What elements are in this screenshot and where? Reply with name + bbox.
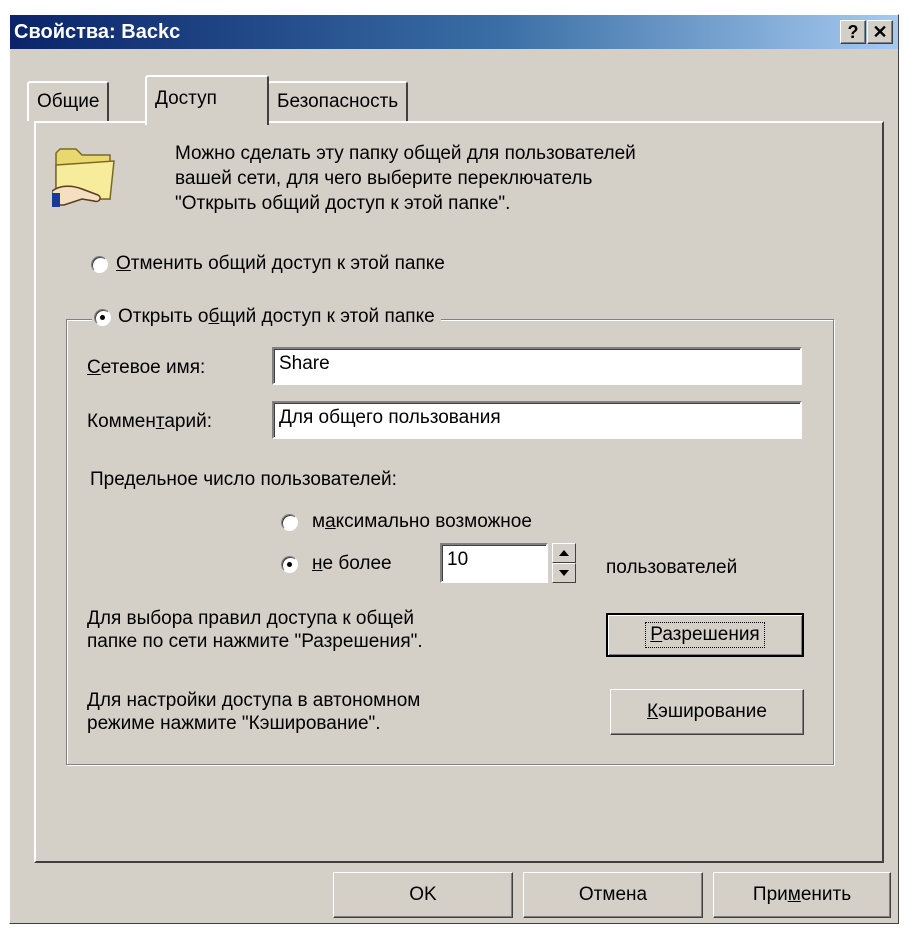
properties-dialog: Свойства: Backc ? ✕ Общие Безопасность Д… bbox=[9, 14, 899, 924]
title-bar[interactable]: Свойства: Backc ? ✕ bbox=[10, 15, 898, 49]
permissions-text: Для выбора правил доступа к общей папке … bbox=[87, 607, 423, 653]
allow-users-label: не более bbox=[312, 553, 392, 574]
arrow-down-icon bbox=[559, 570, 569, 576]
comment-label: Комментарий: bbox=[87, 411, 212, 432]
caching-text-line: режиме нажмите "Кэширование". bbox=[87, 713, 381, 734]
caching-button[interactable]: Кэширование bbox=[610, 689, 804, 735]
comment-input[interactable]: Для общего пользования bbox=[272, 401, 802, 439]
spin-down-button[interactable] bbox=[552, 563, 576, 583]
shared-folder-icon bbox=[52, 148, 115, 207]
tab-general-label: Общие bbox=[37, 91, 100, 112]
tab-general[interactable]: Общие bbox=[27, 81, 110, 121]
share-name-input[interactable]: Share bbox=[272, 347, 802, 385]
close-button[interactable]: ✕ bbox=[867, 20, 893, 44]
tab-sharing[interactable]: Доступ bbox=[145, 75, 269, 125]
permissions-text-line: папке по сети нажмите "Разрешения". bbox=[87, 631, 423, 652]
share-label: Открыть общий доступ к этой папке bbox=[118, 306, 435, 327]
permissions-button-label: Разрешения bbox=[645, 622, 765, 648]
max-allowed-option[interactable]: максимально возможное bbox=[281, 511, 532, 533]
intro-line: Можно сделать эту папку общей для пользо… bbox=[175, 143, 636, 164]
spin-up-button[interactable] bbox=[552, 543, 576, 563]
user-limit-label: Предельное число пользователей: bbox=[90, 469, 397, 490]
intro-line: вашей сети, для чего выберите переключат… bbox=[175, 168, 593, 189]
caching-text-line: Для настройки доступа в автономном bbox=[87, 690, 421, 711]
caching-text: Для настройки доступа в автономном режим… bbox=[87, 689, 420, 735]
apply-button[interactable]: Применить bbox=[713, 872, 891, 918]
permissions-button[interactable]: Разрешения bbox=[606, 613, 804, 657]
allow-users-radio[interactable] bbox=[281, 555, 298, 573]
tab-security[interactable]: Безопасность bbox=[267, 81, 409, 121]
max-allowed-radio[interactable] bbox=[281, 513, 298, 531]
user-count-input[interactable]: 10 bbox=[440, 543, 548, 583]
share-radio[interactable] bbox=[94, 308, 111, 326]
share-name-label: Сетевое имя: bbox=[87, 357, 206, 378]
ok-button-label: OK bbox=[409, 884, 437, 905]
help-icon: ? bbox=[847, 22, 859, 42]
permissions-text-line: Для выбора правил доступа к общей bbox=[87, 608, 414, 629]
arrow-up-icon bbox=[559, 550, 569, 556]
no-share-radio[interactable] bbox=[91, 255, 108, 273]
help-button[interactable]: ? bbox=[840, 20, 866, 44]
users-suffix: пользователей bbox=[606, 557, 738, 578]
ok-button[interactable]: OK bbox=[333, 872, 513, 918]
share-option[interactable]: Открыть общий доступ к этой папке bbox=[92, 306, 441, 328]
close-icon: ✕ bbox=[872, 22, 888, 42]
cancel-button[interactable]: Отмена bbox=[523, 872, 703, 918]
max-allowed-label: максимально возможное bbox=[312, 511, 532, 532]
intro-line: "Открыть общий доступ к этой папке". bbox=[175, 193, 511, 214]
tab-sharing-label: Доступ bbox=[155, 88, 217, 109]
tab-security-label: Безопасность bbox=[277, 91, 399, 112]
allow-users-option[interactable]: не более bbox=[281, 553, 392, 575]
intro-text: Можно сделать эту папку общей для пользо… bbox=[175, 141, 636, 216]
caching-button-label: Кэширование bbox=[647, 701, 767, 722]
cancel-button-label: Отмена bbox=[578, 884, 648, 905]
no-share-option[interactable]: Отменить общий доступ к этой папке bbox=[91, 253, 445, 275]
window-title: Свойства: Backc bbox=[14, 21, 181, 43]
apply-button-label: Применить bbox=[752, 884, 852, 905]
sharing-panel: Можно сделать эту папку общей для пользо… bbox=[34, 121, 884, 863]
no-share-label: Отменить общий доступ к этой папке bbox=[116, 253, 445, 274]
